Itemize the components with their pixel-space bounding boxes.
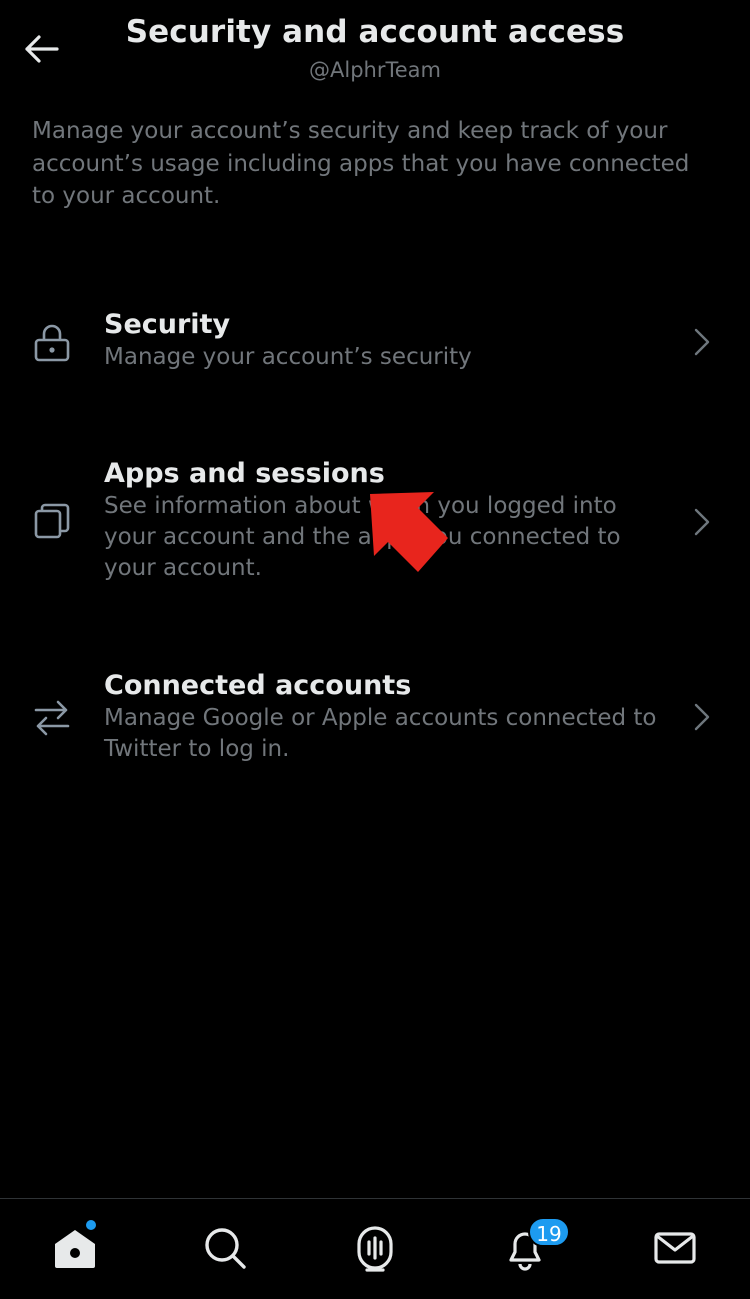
annotation-arrow-icon: [370, 492, 448, 572]
menu-item-connected-accounts[interactable]: Connected accounts Manage Google or Appl…: [0, 662, 750, 772]
search-icon: [205, 1228, 246, 1269]
chevron-right-icon: [694, 508, 710, 536]
chevron-right-icon: [694, 328, 710, 356]
menu-item-title: Security: [104, 309, 231, 340]
page-title: Security and account access: [125, 14, 625, 50]
copy-icon: [34, 503, 70, 539]
nav-spaces-button[interactable]: [348, 1221, 402, 1275]
top-bar: Security and account access @AlphrTeam: [0, 0, 750, 100]
nav-search-button[interactable]: [198, 1221, 252, 1275]
menu-item-description: Manage your account’s security: [104, 344, 472, 370]
intro-description: Manage your account’s security and keep …: [32, 118, 690, 209]
home-notification-dot: [86, 1220, 96, 1230]
menu-item-security[interactable]: Security Manage your account’s security: [0, 300, 750, 390]
nav-messages-button[interactable]: [648, 1221, 702, 1275]
notifications-badge: 19: [528, 1217, 570, 1247]
lock-icon: [34, 324, 70, 362]
chevron-right-icon: [694, 703, 710, 731]
menu-item-description: Manage Google or Apple accounts connecte…: [104, 705, 657, 762]
messages-icon: [654, 1232, 696, 1264]
spaces-icon: [357, 1226, 393, 1272]
menu-item-title: Connected accounts: [104, 670, 412, 701]
home-icon: [55, 1230, 95, 1268]
swap-arrows-icon: [34, 700, 70, 736]
account-handle: @AlphrTeam: [309, 58, 441, 82]
nav-home-button[interactable]: [48, 1221, 102, 1275]
bottom-navigation: [0, 1198, 750, 1299]
